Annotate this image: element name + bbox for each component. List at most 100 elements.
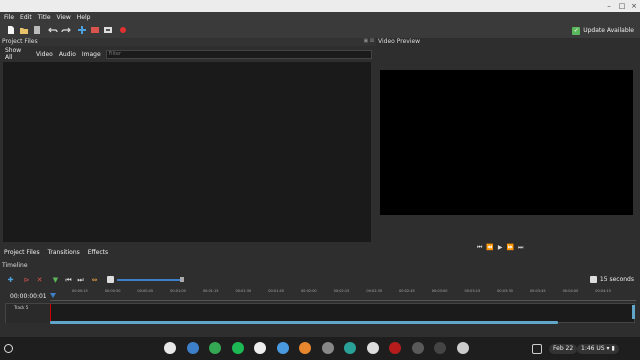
app-mascot-icon[interactable] [456, 342, 469, 354]
ruler-tick-label: 00:00:45 [137, 289, 154, 293]
ruler-tick-label: 00:02:15 [333, 289, 350, 293]
clock: 1:46 [581, 345, 595, 352]
project-files-header: Project Files ▣ ⊠ [0, 38, 376, 46]
profile-icon[interactable] [90, 25, 100, 35]
ruler-tick-label: 00:01:00 [170, 289, 186, 293]
update-label: Update Available [583, 27, 634, 34]
add-track-icon[interactable]: ✚ [6, 276, 15, 285]
ruler-tick-label: 00:00:30 [104, 289, 121, 293]
import-icon[interactable] [77, 25, 87, 35]
shelf-date[interactable]: Feb 22 [549, 344, 578, 354]
track-label[interactable]: Track 5 [6, 304, 50, 323]
scale-label: 15 seconds [599, 276, 634, 283]
track-row[interactable] [5, 303, 635, 323]
menu-view[interactable]: View [57, 14, 71, 21]
zoom-slider-track[interactable] [117, 279, 183, 281]
tab-effects[interactable]: Effects [88, 249, 108, 256]
update-available-button[interactable]: ✓ Update Available [572, 25, 634, 36]
menu-edit[interactable]: Edit [20, 14, 32, 21]
fast-forward-icon[interactable]: ⏩ [507, 243, 514, 252]
ruler-tick-label: 00:00:15 [72, 289, 88, 293]
filter-tab-image[interactable]: Image [82, 51, 101, 58]
locale: US [596, 345, 605, 352]
razor-icon[interactable]: ✕ [35, 276, 44, 285]
os-shelf [0, 337, 640, 360]
new-file-icon[interactable] [6, 25, 16, 35]
ruler-tick-label: 00:03:30 [497, 289, 513, 293]
project-files-title: Project Files [2, 38, 38, 45]
scale-icon [589, 276, 597, 283]
chrome-icon[interactable] [164, 342, 176, 354]
tab-project-files[interactable]: Project Files [4, 249, 40, 256]
launcher-icon[interactable] [4, 344, 13, 353]
next-marker-icon[interactable]: ⏭ [76, 276, 85, 285]
menu-help[interactable]: Help [77, 14, 91, 21]
photos-icon[interactable] [276, 342, 289, 354]
video-preview-screen [380, 70, 633, 215]
files-icon[interactable] [186, 342, 199, 354]
close-icon[interactable]: × [629, 1, 639, 11]
timecode-display: 00:00:00:01 [10, 293, 47, 300]
video-preview-title: Video Preview [378, 38, 421, 45]
app-teal-icon[interactable] [344, 342, 356, 354]
minimize-icon[interactable]: – [604, 1, 614, 11]
bottom-tab-bar: Project Files Transitions Effects [0, 246, 376, 258]
ruler-tick-label: 00:04:00 [562, 289, 579, 293]
filter-tab-show-all[interactable]: Show All [5, 47, 30, 61]
filter-input[interactable] [105, 49, 372, 59]
tab-transitions[interactable]: Transitions [48, 249, 80, 256]
app-red-icon[interactable] [389, 342, 401, 354]
ruler-tick-label: 00:04:15 [595, 289, 612, 293]
spotify-icon[interactable] [231, 342, 244, 354]
rewind-icon[interactable]: ⏪ [486, 243, 493, 252]
maximize-icon[interactable]: □ [617, 1, 627, 11]
snap-icon[interactable]: ⊳ [22, 276, 31, 285]
save-icon[interactable] [32, 25, 42, 35]
dock-controls-icon[interactable]: ▣ ⊠ [363, 38, 374, 44]
main-toolbar: ✓ Update Available [0, 23, 640, 38]
app-white-icon[interactable] [366, 342, 379, 354]
chrome-alt-icon[interactable] [209, 342, 221, 354]
timeline-vertical-scrollbar[interactable] [632, 305, 635, 319]
fullscreen-icon[interactable] [103, 25, 113, 35]
playback-controls: ⏮ ⏪ ▶ ⏩ ⏭ [477, 243, 523, 252]
zoom-slider-handle[interactable] [107, 276, 114, 283]
playhead-marker[interactable] [50, 293, 56, 298]
ruler-tick-label: 00:01:30 [235, 289, 252, 293]
play-store-icon[interactable] [254, 342, 266, 354]
previous-marker-icon[interactable]: ⏮ [64, 276, 73, 285]
timeline-ruler[interactable]: 00:00:15 00:00:30 00:00:45 00:01:00 00:01:15… [50, 289, 636, 301]
project-files-list[interactable] [3, 62, 371, 242]
timeline-title: Timeline [2, 262, 28, 269]
add-marker-icon[interactable]: ▼ [51, 276, 60, 285]
zoom-slider-end [180, 277, 184, 282]
ruler-tick-label: 00:02:45 [399, 289, 415, 293]
play-icon[interactable]: ▶ [498, 243, 503, 252]
filter-tab-video[interactable]: Video [36, 51, 53, 58]
undo-icon[interactable] [48, 25, 58, 35]
settings-icon[interactable] [411, 342, 424, 354]
timeline-horizontal-scrollbar[interactable] [50, 321, 558, 324]
terminal-icon[interactable] [434, 342, 446, 354]
timeline-header: Timeline [0, 261, 640, 270]
menu-bar: File Edit Title View Help [0, 12, 640, 23]
jump-end-icon[interactable]: ⏭ [518, 243, 523, 252]
menu-file[interactable]: File [4, 14, 14, 21]
app-gray-icon[interactable] [321, 342, 334, 354]
jump-start-icon[interactable]: ⏮ [477, 243, 482, 252]
center-playhead-icon[interactable]: ⇔ [90, 276, 99, 285]
redo-icon[interactable] [61, 25, 71, 35]
system-tray[interactable]: 1:46 US ▾ ▮ [577, 344, 619, 354]
filter-tab-audio[interactable]: Audio [59, 51, 76, 58]
open-folder-icon[interactable] [19, 25, 29, 35]
ruler-tick-label: 00:01:45 [268, 289, 284, 293]
export-icon[interactable] [118, 25, 128, 35]
check-icon: ✓ [572, 26, 581, 35]
project-files-filter-bar: Show All Video Audio Image [2, 47, 372, 61]
wifi-icon: ▾ [606, 345, 610, 352]
app-orange-icon[interactable] [299, 342, 311, 354]
menu-title[interactable]: Title [38, 14, 51, 21]
ime-icon[interactable] [532, 344, 542, 354]
ruler-tick-label: 00:03:45 [529, 289, 546, 293]
ruler-tick-label: 00:02:00 [300, 289, 317, 293]
